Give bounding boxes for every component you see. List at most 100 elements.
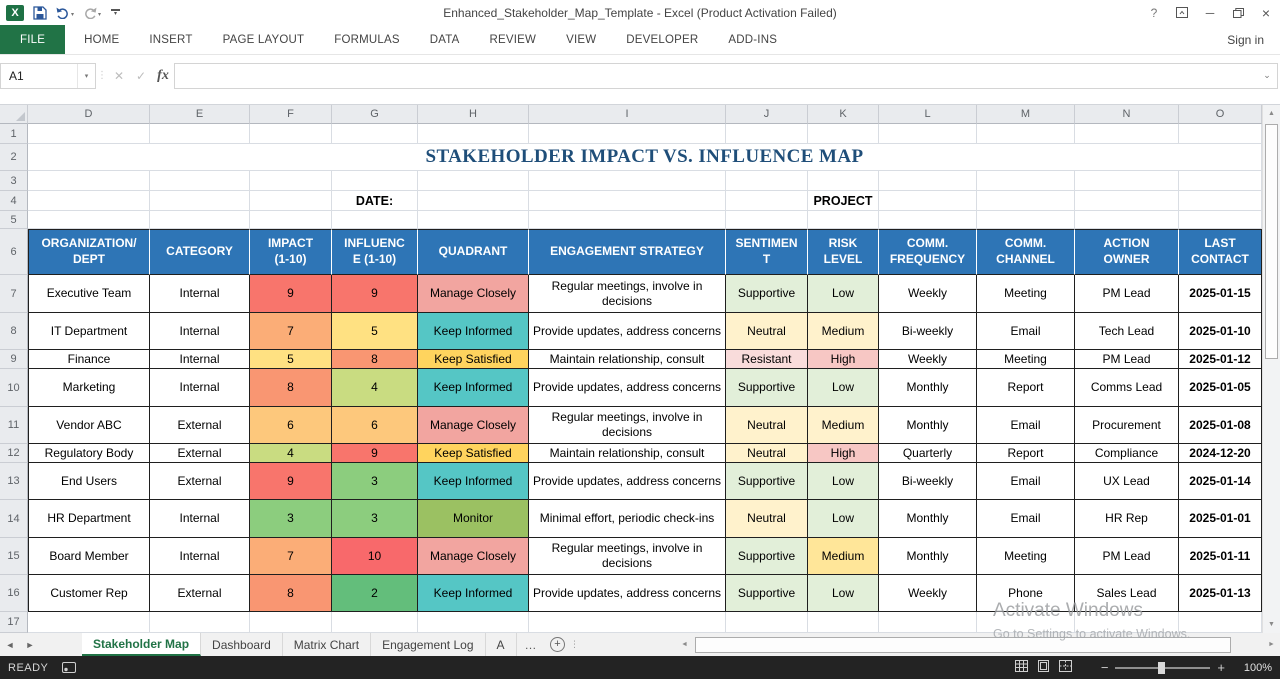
cell-I15-strategy[interactable]: Regular meetings, involve in decisions [529, 538, 726, 575]
table-header-last_contact[interactable]: LAST CONTACT [1179, 229, 1262, 275]
table-header-influence[interactable]: INFLUENC E (1-10) [332, 229, 418, 275]
page-layout-view-icon[interactable] [1037, 660, 1050, 675]
cell-I3[interactable] [529, 171, 726, 191]
cell-O14-last_contact[interactable]: 2025-01-01 [1179, 500, 1262, 538]
ribbon-tab-file[interactable]: FILE [0, 25, 66, 54]
cell-F11-impact[interactable]: 6 [250, 407, 332, 444]
page-break-view-icon[interactable] [1058, 660, 1072, 675]
cell-G11-influence[interactable]: 6 [332, 407, 418, 444]
column-header-G[interactable]: G [332, 105, 418, 124]
row-header-8[interactable]: 8 [0, 313, 28, 350]
cell-J11-sentiment[interactable]: Neutral [726, 407, 808, 444]
cell-F13-impact[interactable]: 9 [250, 463, 332, 500]
cell-G16-influence[interactable]: 2 [332, 575, 418, 612]
zoom-slider-thumb[interactable] [1158, 661, 1166, 674]
cell-I17[interactable] [529, 612, 726, 633]
cell-J5[interactable] [726, 211, 808, 229]
cell-F9-impact[interactable]: 5 [250, 350, 332, 369]
cell-I4[interactable] [529, 191, 726, 211]
cell-H7-quadrant[interactable]: Manage Closely [418, 275, 529, 313]
cell-N13-owner[interactable]: UX Lead [1075, 463, 1179, 500]
cell-J8-sentiment[interactable]: Neutral [726, 313, 808, 350]
cell-E4[interactable] [150, 191, 250, 211]
cell-G14-influence[interactable]: 3 [332, 500, 418, 538]
cell-J13-sentiment[interactable]: Supportive [726, 463, 808, 500]
cell-G3[interactable] [332, 171, 418, 191]
cell-I1[interactable] [529, 124, 726, 144]
cell-F3[interactable] [250, 171, 332, 191]
cell-E9-category[interactable]: Internal [150, 350, 250, 369]
cell-K10-risk[interactable]: Low [808, 369, 879, 407]
table-header-channel[interactable]: COMM. CHANNEL [977, 229, 1075, 275]
table-header-quadrant[interactable]: QUADRANT [418, 229, 529, 275]
cell-E14-category[interactable]: Internal [150, 500, 250, 538]
cell-N8-owner[interactable]: Tech Lead [1075, 313, 1179, 350]
cell-K5[interactable] [808, 211, 879, 229]
sign-in-link[interactable]: Sign in [1227, 25, 1280, 54]
zoom-slider[interactable] [1115, 661, 1211, 674]
vscroll-up-arrow[interactable]: ▲ [1263, 105, 1280, 122]
cell-I13-strategy[interactable]: Provide updates, address concerns [529, 463, 726, 500]
save-button[interactable] [33, 5, 47, 20]
cell-L16-frequency[interactable]: Weekly [879, 575, 977, 612]
cell-K15-risk[interactable]: Medium [808, 538, 879, 575]
cell-N7-owner[interactable]: PM Lead [1075, 275, 1179, 313]
vscroll-thumb[interactable] [1265, 124, 1278, 359]
cell-D13-org[interactable]: End Users [28, 463, 150, 500]
cell-O15-last_contact[interactable]: 2025-01-11 [1179, 538, 1262, 575]
ribbon-tab-view[interactable]: VIEW [551, 25, 611, 54]
ribbon-tab-formulas[interactable]: FORMULAS [319, 25, 415, 54]
cell-D15-org[interactable]: Board Member [28, 538, 150, 575]
table-header-category[interactable]: CATEGORY [150, 229, 250, 275]
sheet-tab-dashboard[interactable]: Dashboard [201, 633, 283, 656]
cell-E10-category[interactable]: Internal [150, 369, 250, 407]
cell-G15-influence[interactable]: 10 [332, 538, 418, 575]
row-header-13[interactable]: 13 [0, 463, 28, 500]
cell-N1[interactable] [1075, 124, 1179, 144]
cell-M17[interactable] [977, 612, 1075, 633]
cell-J16-sentiment[interactable]: Supportive [726, 575, 808, 612]
cell-E17[interactable] [150, 612, 250, 633]
zoom-in-button[interactable]: + [1217, 660, 1225, 675]
cell-L9-frequency[interactable]: Weekly [879, 350, 977, 369]
cell-E15-category[interactable]: Internal [150, 538, 250, 575]
cell-F12-impact[interactable]: 4 [250, 444, 332, 463]
cell-J17[interactable] [726, 612, 808, 633]
cell-F14-impact[interactable]: 3 [250, 500, 332, 538]
column-header-O[interactable]: O [1179, 105, 1262, 124]
column-header-F[interactable]: F [250, 105, 332, 124]
cell-H5[interactable] [418, 211, 529, 229]
cell-E12-category[interactable]: External [150, 444, 250, 463]
row-header-2[interactable]: 2 [0, 144, 28, 171]
cell-O7-last_contact[interactable]: 2025-01-15 [1179, 275, 1262, 313]
minimize-button[interactable]: ─ [1196, 0, 1224, 25]
cell-H14-quadrant[interactable]: Monitor [418, 500, 529, 538]
cell-M12-channel[interactable]: Report [977, 444, 1075, 463]
cell-K12-risk[interactable]: High [808, 444, 879, 463]
column-header-K[interactable]: K [808, 105, 879, 124]
table-header-org[interactable]: ORGANIZATION/ DEPT [28, 229, 150, 275]
cell-J14-sentiment[interactable]: Neutral [726, 500, 808, 538]
cell-I16-strategy[interactable]: Provide updates, address concerns [529, 575, 726, 612]
cell-E5[interactable] [150, 211, 250, 229]
cell-H9-quadrant[interactable]: Keep Satisfied [418, 350, 529, 369]
cell-F16-impact[interactable]: 8 [250, 575, 332, 612]
cell-H10-quadrant[interactable]: Keep Informed [418, 369, 529, 407]
column-header-H[interactable]: H [418, 105, 529, 124]
tab-scrollbar-splitter[interactable]: ⋮ [570, 633, 579, 656]
tab-overflow-ellipsis[interactable]: … [517, 633, 545, 656]
ribbon-tab-data[interactable]: DATA [415, 25, 475, 54]
cell-F8-impact[interactable]: 7 [250, 313, 332, 350]
cell-L5[interactable] [879, 211, 977, 229]
cell-E3[interactable] [150, 171, 250, 191]
cell-L15-frequency[interactable]: Monthly [879, 538, 977, 575]
redo-dropdown-icon[interactable]: ▾ [98, 11, 101, 19]
cell-L3[interactable] [879, 171, 977, 191]
ribbon-tab-review[interactable]: REVIEW [475, 25, 552, 54]
row-header-16[interactable]: 16 [0, 575, 28, 612]
cell-O12-last_contact[interactable]: 2024-12-20 [1179, 444, 1262, 463]
new-sheet-button[interactable]: + [545, 633, 571, 656]
cell-E8-category[interactable]: Internal [150, 313, 250, 350]
row-header-11[interactable]: 11 [0, 407, 28, 444]
formula-bar-expand-icon[interactable]: ⌄ [1257, 70, 1277, 81]
